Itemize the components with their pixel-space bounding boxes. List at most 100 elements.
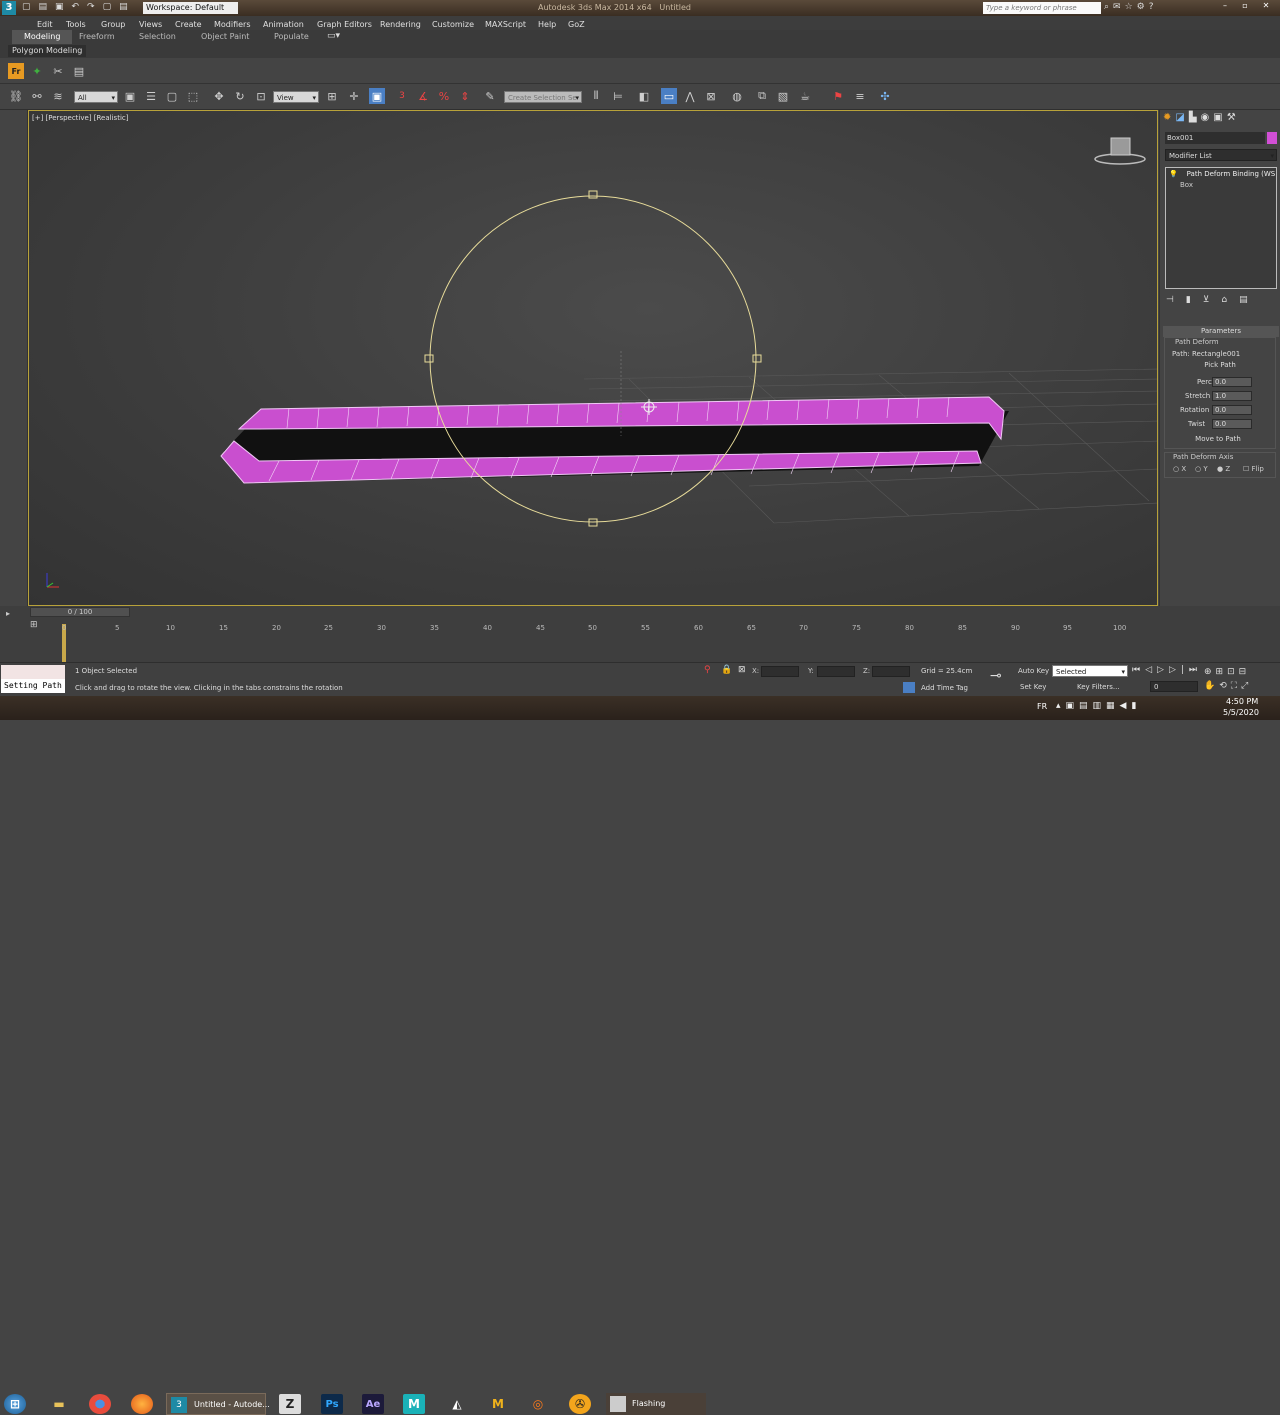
select-by-name-icon[interactable]: ☰ (143, 88, 159, 104)
create-tab-icon[interactable]: ✹ (1163, 112, 1175, 123)
time-slider[interactable]: 0 / 100 (30, 607, 130, 617)
percent-snap-icon[interactable]: % (436, 88, 452, 104)
ribbon-toggle-icon[interactable]: ▭ (661, 88, 677, 104)
taskbar-app-3dsmax[interactable]: 3 Untitled - Autode... (166, 1393, 270, 1415)
percent-spinner[interactable]: 0.0 (1212, 377, 1252, 387)
maya-icon[interactable]: M (403, 1394, 425, 1414)
rotate-icon[interactable]: ↻ (232, 88, 248, 104)
snap-toggle-icon[interactable]: 3 (394, 88, 410, 104)
x-coord-field[interactable] (761, 666, 799, 677)
viewcube-icon[interactable] (1094, 137, 1146, 165)
move-icon[interactable]: ✥ (211, 88, 227, 104)
render-setup-icon[interactable]: ⧉ (754, 88, 770, 104)
select-object-icon[interactable]: ▣ (122, 88, 138, 104)
twist-spinner[interactable]: 0.0 (1212, 419, 1252, 429)
minimize-button[interactable]: – (1216, 1, 1234, 14)
set-key-button[interactable]: Set Key (1020, 683, 1046, 691)
select-link-icon[interactable]: ⛓ (8, 88, 24, 104)
parameters-rollout[interactable]: Parameters (1163, 326, 1279, 337)
search-input[interactable]: Type a keyword or phrase (983, 2, 1101, 14)
tool-a-icon[interactable]: ⚑ (830, 88, 846, 104)
track-bar-icon[interactable]: ⊞ (30, 620, 52, 636)
workspace-dropdown[interactable]: Workspace: Default (143, 2, 238, 14)
motion-tab-icon[interactable]: ◉ (1201, 112, 1214, 123)
stack-item-path-deform[interactable]: 💡 Path Deform Binding (WS (1169, 170, 1275, 178)
rect-select-icon[interactable]: ▢ (164, 88, 180, 104)
layer-manager-icon[interactable]: ◧ (636, 88, 652, 104)
tab-modeling[interactable]: Modeling (12, 30, 73, 44)
hierarchy-tab-icon[interactable]: ▙ (1189, 112, 1201, 123)
named-selection-dropdown[interactable]: Create Selection Se (504, 91, 582, 104)
time-tag-icon[interactable] (903, 682, 915, 693)
after-effects-icon[interactable]: Ae (362, 1394, 384, 1414)
playback-controls[interactable]: ⏮◁▷▷|⏭ (1132, 665, 1210, 679)
keyboard-shortcut-icon[interactable]: ▣ (369, 88, 385, 104)
rendered-frame-icon[interactable]: ▧ (775, 88, 791, 104)
spinner-snap-icon[interactable]: ⇕ (457, 88, 473, 104)
axis-z-radio[interactable]: ● Z (1217, 465, 1230, 473)
modify-tab-icon[interactable]: ◪ (1175, 112, 1188, 123)
pick-path-button[interactable]: Pick Path (1185, 361, 1255, 371)
clock-date[interactable]: 5/5/2020 (1223, 708, 1259, 717)
viewport-nav-controls[interactable]: ⊕⊞⊡⊟ ✋⟲⛶⤢ (1204, 665, 1280, 695)
y-coord-field[interactable] (817, 666, 855, 677)
stretch-spinner[interactable]: 1.0 (1212, 391, 1252, 401)
command-panel-tabs[interactable]: ✹◪▙◉▣⚒ (1163, 112, 1279, 128)
modifier-list-dropdown[interactable]: Modifier List (1165, 149, 1277, 162)
tool-b-icon[interactable]: ≡ (852, 88, 868, 104)
flip-checkbox[interactable]: ☐ Flip (1243, 465, 1264, 473)
stack-controls[interactable]: ⊣▮⊻⌂▤ (1166, 295, 1276, 305)
angle-snap-icon[interactable]: ∡ (415, 88, 431, 104)
add-time-tag[interactable]: Add Time Tag (921, 684, 968, 692)
mirror-icon[interactable]: ⫴ (588, 88, 604, 104)
auto-key-button[interactable]: Auto Key (1018, 667, 1049, 675)
current-frame-field[interactable]: 0 (1150, 681, 1198, 692)
schematic-view-icon[interactable]: ⊠ (703, 88, 719, 104)
tab-selection[interactable]: Selection (139, 32, 176, 41)
graphite-icon[interactable]: ✦ (29, 63, 45, 79)
bind-spacewarp-icon[interactable]: ≋ (50, 88, 66, 104)
display-tab-icon[interactable]: ▣ (1213, 112, 1226, 123)
maxscript-listener[interactable]: Setting Path (1, 679, 65, 693)
blender-icon[interactable]: ◎ (527, 1394, 549, 1414)
tool-c-icon[interactable]: ✣ (877, 88, 893, 104)
object-color-swatch[interactable] (1267, 132, 1277, 144)
z-coord-field[interactable] (872, 666, 910, 677)
isolate-icon[interactable]: ⚲ (704, 665, 711, 675)
start-button-icon[interactable]: ⊞ (4, 1394, 26, 1414)
close-button[interactable]: ✕ (1256, 1, 1276, 14)
polygon-modeling-panel[interactable]: Polygon Modeling (8, 45, 87, 57)
chrome-icon[interactable] (89, 1394, 111, 1414)
material-editor-icon[interactable]: ◍ (729, 88, 745, 104)
language-indicator[interactable]: FR (1037, 702, 1047, 711)
align-icon[interactable]: ⊨ (610, 88, 626, 104)
clock-time[interactable]: 4:50 PM (1226, 697, 1258, 706)
window-crossing-icon[interactable]: ⬚ (185, 88, 201, 104)
move-to-path-button[interactable]: Move to Path (1183, 435, 1253, 445)
infocenter-icons[interactable]: ⌕✉☆⚙? (1104, 2, 1158, 12)
lock-selection-icon[interactable]: 🔒 (721, 665, 732, 675)
photoshop-icon[interactable]: Ps (321, 1394, 343, 1414)
scale-icon[interactable]: ⊡ (253, 88, 269, 104)
curve-editor-icon[interactable]: ⋀ (682, 88, 698, 104)
edit-named-sel-icon[interactable]: ✎ (482, 88, 498, 104)
abs-mode-icon[interactable]: ⊠ (738, 665, 746, 675)
utilities-tab-icon[interactable]: ⚒ (1227, 112, 1240, 123)
time-config-icon[interactable]: ▸ (6, 609, 10, 618)
tools-icon[interactable]: ✂ (50, 63, 66, 79)
list-icon[interactable]: ▤ (71, 63, 87, 79)
rotation-spinner[interactable]: 0.0 (1212, 405, 1252, 415)
zbrush-icon[interactable]: Z (279, 1394, 301, 1414)
taskbar-app-flashing[interactable]: Flashing (606, 1393, 706, 1415)
marmoset-icon[interactable]: M (487, 1394, 509, 1414)
ribbon-options-icon[interactable]: ▭▾ (327, 31, 340, 41)
pivot-center-icon[interactable]: ⊞ (324, 88, 340, 104)
render-icon[interactable]: ☕ (797, 88, 813, 104)
select-manipulate-icon[interactable]: ✛ (346, 88, 362, 104)
tab-object-paint[interactable]: Object Paint (201, 32, 249, 41)
key-filters-button[interactable]: Key Filters... (1077, 683, 1120, 691)
perspective-viewport[interactable]: [+] [Perspective] [Realistic] (28, 110, 1158, 606)
object-name-field[interactable]: Box001 (1165, 132, 1265, 144)
ref-coord-dropdown[interactable]: View (273, 91, 319, 104)
explorer-icon[interactable]: ▬ (48, 1394, 70, 1414)
